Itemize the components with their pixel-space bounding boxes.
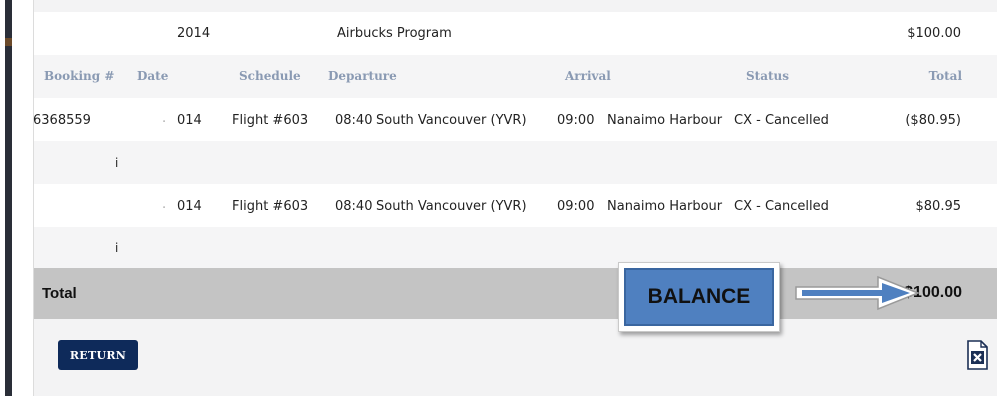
- balance-callout: BALANCE: [618, 262, 780, 332]
- table-row[interactable]: . 014 Flight #603 08:40 South Vancouver …: [34, 184, 997, 227]
- date-prefix: .: [162, 111, 167, 126]
- arrival-time: 09:00: [557, 113, 595, 128]
- header-schedule: Schedule: [239, 69, 301, 83]
- table-row[interactable]: 6368559 . 014 Flight #603 08:40 South Va…: [33, 98, 997, 141]
- program-year: 2014: [177, 26, 211, 41]
- right-arrow-icon: [795, 275, 921, 311]
- left-edge-bar: [0, 0, 13, 396]
- left-edge-notch: [5, 38, 12, 46]
- header-status: Status: [746, 69, 790, 83]
- balance-label-box: BALANCE: [624, 268, 774, 326]
- total-label: Total: [42, 285, 77, 302]
- date-cell: 014: [177, 199, 202, 214]
- arrival-place: Nanaimo Harbour: [607, 199, 723, 214]
- departure-time: 08:40: [335, 113, 373, 128]
- booking-summary-panel: 2014 Airbucks Program $100.00 Booking # …: [33, 0, 997, 396]
- return-button[interactable]: RETURN: [58, 340, 138, 370]
- row-total: $80.95: [915, 199, 962, 214]
- status-cell: CX - Cancelled: [734, 199, 829, 214]
- arrival-time: 09:00: [557, 199, 595, 214]
- row-note: i: [34, 227, 997, 268]
- row-total: ($80.95): [905, 113, 961, 128]
- schedule-cell: Flight #603: [232, 113, 309, 128]
- header-booking: Booking #: [44, 69, 115, 83]
- header-departure: Departure: [328, 69, 397, 83]
- program-amount: $100.00: [907, 26, 961, 41]
- table-header-row: Booking # Date Schedule Departure Arriva…: [34, 55, 997, 98]
- arrival-place: Nanaimo Harbour: [607, 113, 723, 128]
- header-date: Date: [137, 69, 169, 83]
- date-prefix: .: [162, 197, 167, 212]
- departure-place: South Vancouver (YVR): [376, 113, 527, 128]
- header-arrival: Arrival: [565, 69, 611, 83]
- program-row: 2014 Airbucks Program $100.00: [34, 12, 997, 55]
- program-name: Airbucks Program: [337, 26, 452, 41]
- departure-time: 08:40: [335, 199, 373, 214]
- status-cell: CX - Cancelled: [734, 113, 829, 128]
- row-note-marker: i: [115, 156, 119, 170]
- date-cell: 014: [177, 113, 202, 128]
- schedule-cell: Flight #603: [232, 199, 309, 214]
- excel-export-icon[interactable]: [966, 340, 988, 370]
- departure-place: South Vancouver (YVR): [376, 199, 527, 214]
- row-note-marker: i: [115, 241, 119, 255]
- header-total: Total: [928, 69, 962, 83]
- booking-number[interactable]: 6368559: [33, 113, 91, 128]
- row-note: i: [34, 141, 997, 184]
- panel-top-strip: [34, 0, 997, 12]
- left-edge-stripe: [5, 0, 12, 396]
